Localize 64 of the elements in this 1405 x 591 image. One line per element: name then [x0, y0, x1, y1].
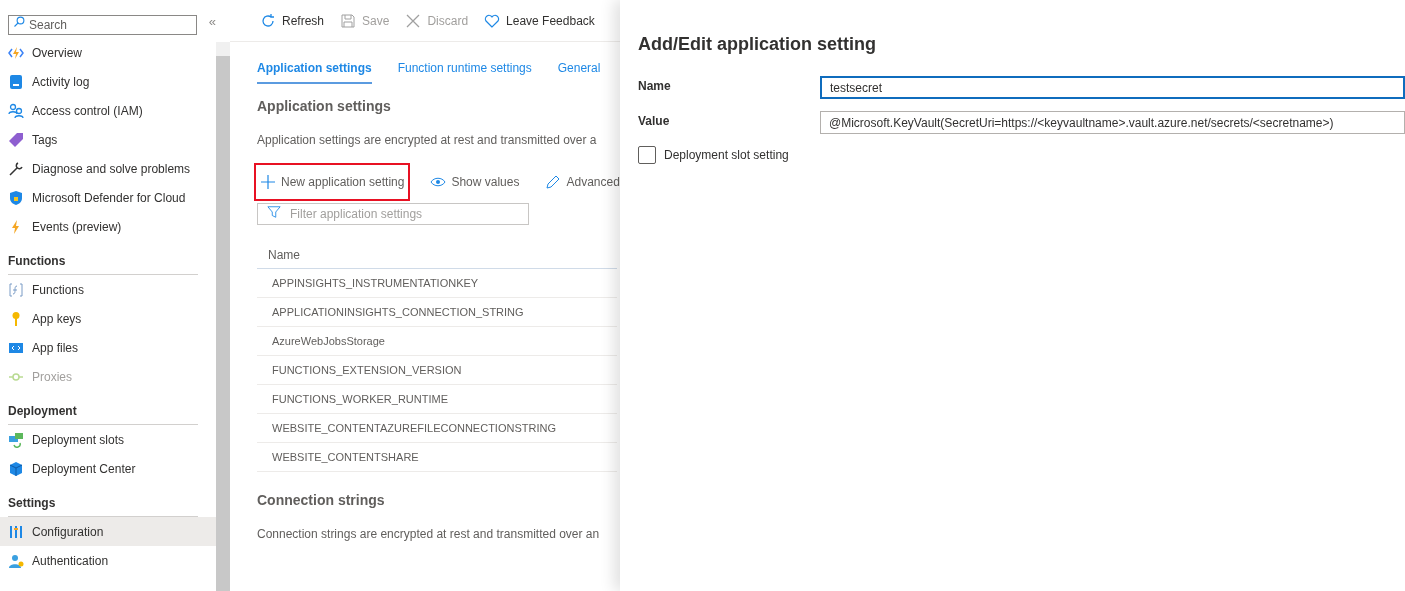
sidebar-item[interactable]: App files — [0, 333, 216, 362]
command-button[interactable]: Advanced — [539, 163, 620, 201]
table-cell-text: WEBSITE_CONTENTSHARE — [272, 449, 419, 465]
shield-icon — [8, 189, 24, 206]
wrench-icon — [8, 160, 24, 177]
table-cell-text: APPINSIGHTS_INSTRUMENTATIONKEY — [272, 275, 479, 291]
section-title: Connection strings — [257, 491, 386, 510]
table-cell-text: APPLICATIONINSIGHTS_CONNECTION_STRING — [272, 304, 524, 320]
user-icon — [8, 552, 24, 569]
tag-icon — [8, 131, 24, 148]
section-heading: Functions — [8, 247, 198, 275]
text-field[interactable]: @Microsoft.KeyVault(SecretUri=https://<keyvaultname>.vault.azure.net/secrets/<secretname>) — [820, 111, 1405, 134]
sidebar-item[interactable]: Deployment Center — [0, 454, 216, 483]
sidebar-item[interactable]: App keys — [0, 304, 216, 333]
section-heading: Deployment — [8, 397, 198, 425]
people-icon — [8, 102, 24, 119]
pencil-icon — [545, 174, 562, 190]
plus-icon — [260, 174, 276, 190]
heart-icon — [484, 12, 501, 29]
cube-icon — [8, 460, 24, 477]
sidebar-item[interactable]: Deployment slots — [0, 425, 216, 454]
close-icon — [405, 12, 422, 29]
sidebar-item[interactable]: Diagnose and solve problems — [0, 154, 216, 183]
sidebar-item[interactable]: Access control (IAM) — [0, 96, 216, 125]
save-icon — [340, 12, 357, 29]
section-description: Application settings are encrypted at rest and transmitted over a — [257, 132, 598, 149]
tab[interactable]: Function runtime settings — [397, 54, 532, 84]
toolbar-button[interactable]: Leave Feedback — [484, 11, 595, 30]
table-cell-text: WEBSITE_CONTENTAZUREFILECONNECTIONSTRING — [272, 420, 556, 436]
filter-field[interactable]: Filter application settings — [257, 203, 529, 225]
sidebar-item[interactable]: Configuration — [0, 517, 216, 546]
text-field[interactable]: testsecret — [820, 76, 1405, 99]
sidebar-item[interactable]: Overview — [0, 38, 216, 67]
sliders-icon — [8, 523, 24, 540]
filter-icon — [267, 205, 281, 219]
table-cell-text: AzureWebJobsStorage — [272, 333, 385, 349]
checkbox-label: Deployment slot setting — [664, 147, 789, 164]
function-icon — [8, 281, 24, 298]
collapse-button[interactable]: « — [208, 12, 216, 32]
sidebar-item[interactable]: Functions — [0, 275, 216, 304]
slots-icon — [8, 431, 24, 448]
search-field[interactable]: Search — [8, 15, 197, 35]
refresh-icon — [260, 12, 276, 29]
section-title: Application settings — [257, 97, 392, 116]
checkbox[interactable] — [638, 146, 656, 164]
table-cell-text: FUNCTIONS_WORKER_RUNTIME — [272, 391, 448, 407]
sidebar-item[interactable]: Tags — [0, 125, 216, 154]
sidebar-item[interactable]: Microsoft Defender for Cloud — [0, 183, 216, 212]
panel-title: Add/Edit application setting — [638, 33, 877, 56]
command-button[interactable]: Show values — [424, 163, 526, 201]
log-icon — [8, 73, 24, 90]
tab[interactable]: Application settings — [257, 54, 372, 84]
sidebar-item[interactable]: Events (preview) — [0, 212, 216, 241]
sidebar-item[interactable]: Activity log — [0, 67, 216, 96]
field-label: Name — [638, 78, 672, 95]
tab[interactable]: General — [557, 54, 601, 84]
column-header: Name — [268, 246, 300, 264]
field-label: Value — [638, 113, 671, 130]
section-description: Connection strings are encrypted at rest and transmitted over an — [257, 526, 601, 543]
command-button[interactable]: New application setting — [254, 163, 411, 201]
toolbar-button[interactable]: Refresh — [260, 11, 325, 30]
table-cell-text: FUNCTIONS_EXTENSION_VERSION — [272, 362, 462, 378]
search-icon — [13, 16, 25, 28]
sidebar-item[interactable]: Authentication — [0, 546, 216, 575]
